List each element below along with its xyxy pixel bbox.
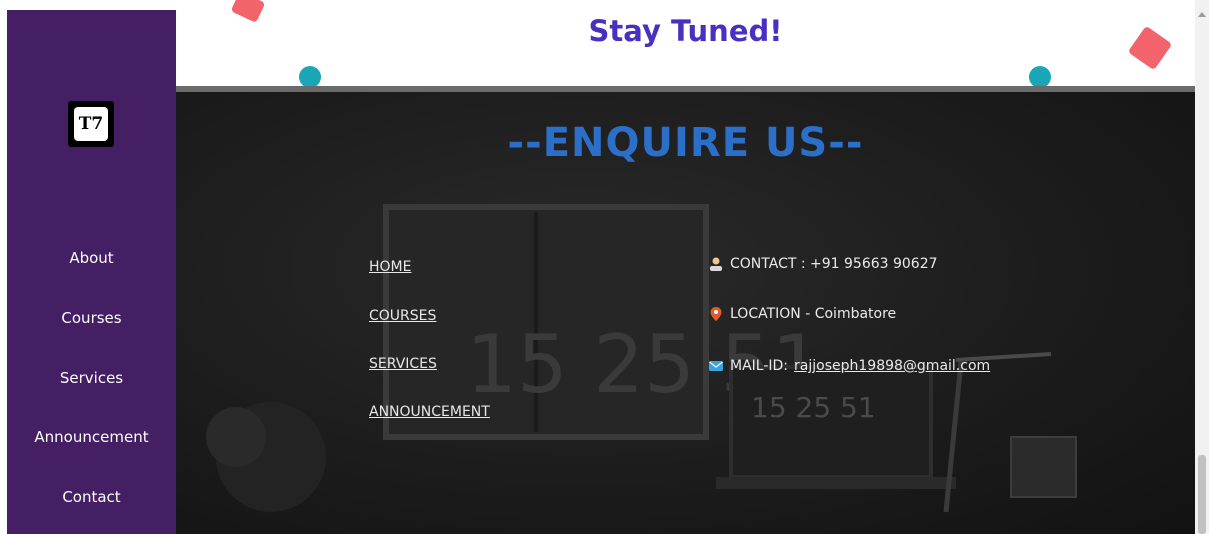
circle-decoration-left [299, 66, 321, 86]
logo-mark: T7 [74, 107, 108, 141]
footer-link-announcement[interactable]: ANNOUNCEMENT [369, 404, 490, 420]
contact-mail-row: MAIL-ID: rajjoseph19898@gmail.com [708, 358, 990, 374]
sidebar-item-courses[interactable]: Courses [7, 309, 176, 327]
enquire-section: 15 25 51 15 25 51 --ENQUIRE US-- HOME CO… [176, 92, 1195, 534]
person-icon [710, 257, 722, 271]
diamond-decoration-right [1129, 27, 1171, 69]
contact-phone-row: CONTACT : +91 95663 90627 [708, 256, 938, 272]
footer-link-home[interactable]: HOME [369, 259, 411, 275]
footer-link-services[interactable]: SERVICES [369, 356, 437, 372]
contact-mail-prefix: MAIL-ID: [730, 358, 789, 374]
page-scrollbar[interactable] [1195, 0, 1209, 534]
scroll-up-arrow-icon[interactable] [1198, 12, 1206, 17]
sidebar: T7 About Courses Services Announcement C… [7, 10, 176, 534]
contact-location-row: LOCATION - Coimbatore [708, 306, 896, 322]
location-pin-icon [710, 307, 722, 321]
footer-link-courses[interactable]: COURSES [369, 308, 436, 324]
contact-phone-text: CONTACT : +91 95663 90627 [730, 256, 938, 272]
contact-location-text: LOCATION - Coimbatore [730, 306, 897, 322]
stay-tuned-heading: Stay Tuned! [588, 14, 783, 48]
circle-decoration-right [1029, 66, 1051, 86]
sidebar-item-services[interactable]: Services [7, 369, 176, 387]
sidebar-item-about[interactable]: About [7, 249, 176, 267]
site-logo[interactable]: T7 [68, 101, 114, 147]
sidebar-item-contact[interactable]: Contact [7, 488, 176, 506]
contact-email-link[interactable]: rajjoseph19898@gmail.com [794, 358, 990, 374]
scrollbar-thumb[interactable] [1198, 455, 1206, 534]
stay-tuned-banner: Stay Tuned! [176, 0, 1195, 86]
sidebar-item-announcement[interactable]: Announcement [7, 428, 176, 446]
envelope-icon [709, 361, 723, 371]
enquire-heading: --ENQUIRE US-- [507, 120, 864, 166]
svg-text:15 25 51: 15 25 51 [751, 391, 876, 424]
